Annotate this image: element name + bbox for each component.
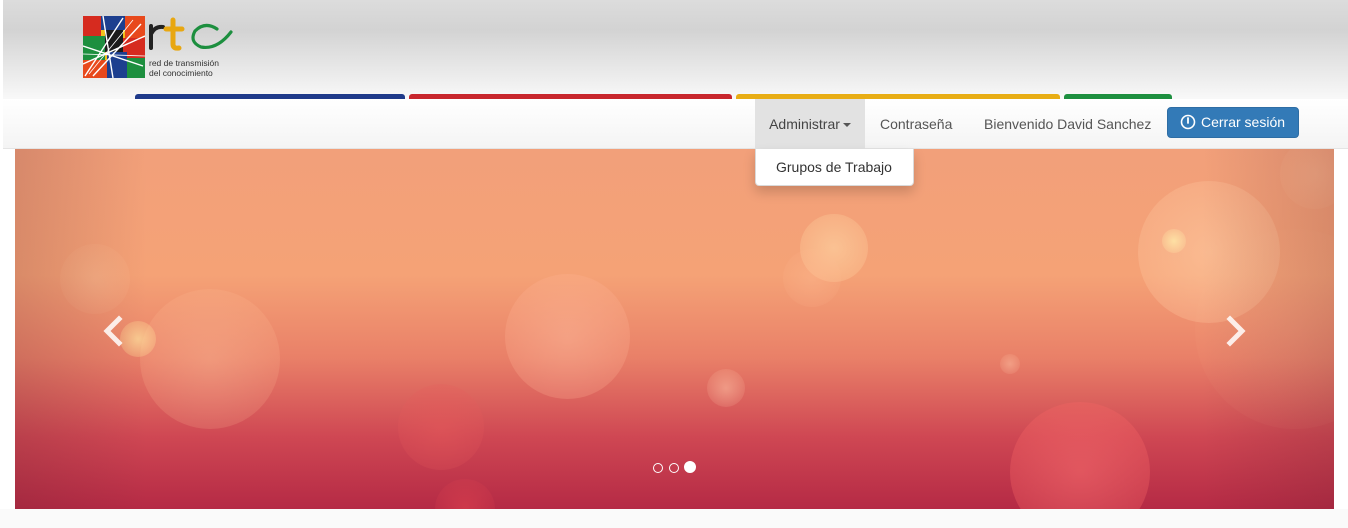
admin-dropdown-menu: Grupos de Trabajo	[755, 149, 914, 186]
carousel-indicator-3[interactable]	[684, 461, 696, 473]
admin-menu-label: Administrar	[769, 116, 840, 132]
chevron-left-icon[interactable]	[98, 314, 128, 348]
hero-carousel[interactable]	[15, 149, 1334, 509]
site-header: red de transmisión del conocimiento	[3, 0, 1348, 100]
rtc-logo[interactable]: red de transmisión del conocimiento	[83, 16, 233, 78]
power-icon	[1180, 114, 1196, 130]
admin-menu-toggle[interactable]: Administrar	[755, 99, 865, 149]
logo-mark-icon	[83, 16, 145, 78]
logout-label: Cerrar sesión	[1201, 114, 1286, 130]
carousel-indicator-2[interactable]	[669, 463, 679, 473]
page-bottom-strip	[0, 509, 1348, 528]
caret-down-icon	[842, 123, 851, 128]
password-link[interactable]: Contraseña	[880, 99, 952, 149]
carousel-edge-shade	[15, 149, 1334, 509]
logo-letters-icon	[149, 17, 233, 51]
dropdown-item-grupos-de-trabajo[interactable]: Grupos de Trabajo	[756, 149, 913, 186]
logo-tagline-line1: red de transmisión	[149, 58, 219, 68]
welcome-text: Bienvenido David Sanchez	[984, 116, 1152, 132]
logo-tagline: red de transmisión del conocimiento	[149, 58, 249, 78]
chevron-right-icon[interactable]	[1221, 314, 1251, 348]
carousel-indicator-1[interactable]	[653, 463, 663, 473]
logo-tagline-line2: del conocimiento	[149, 68, 213, 78]
logout-button[interactable]: Cerrar sesión	[1167, 107, 1299, 138]
main-navbar: Administrar Contraseña Bienvenido David …	[3, 99, 1348, 149]
